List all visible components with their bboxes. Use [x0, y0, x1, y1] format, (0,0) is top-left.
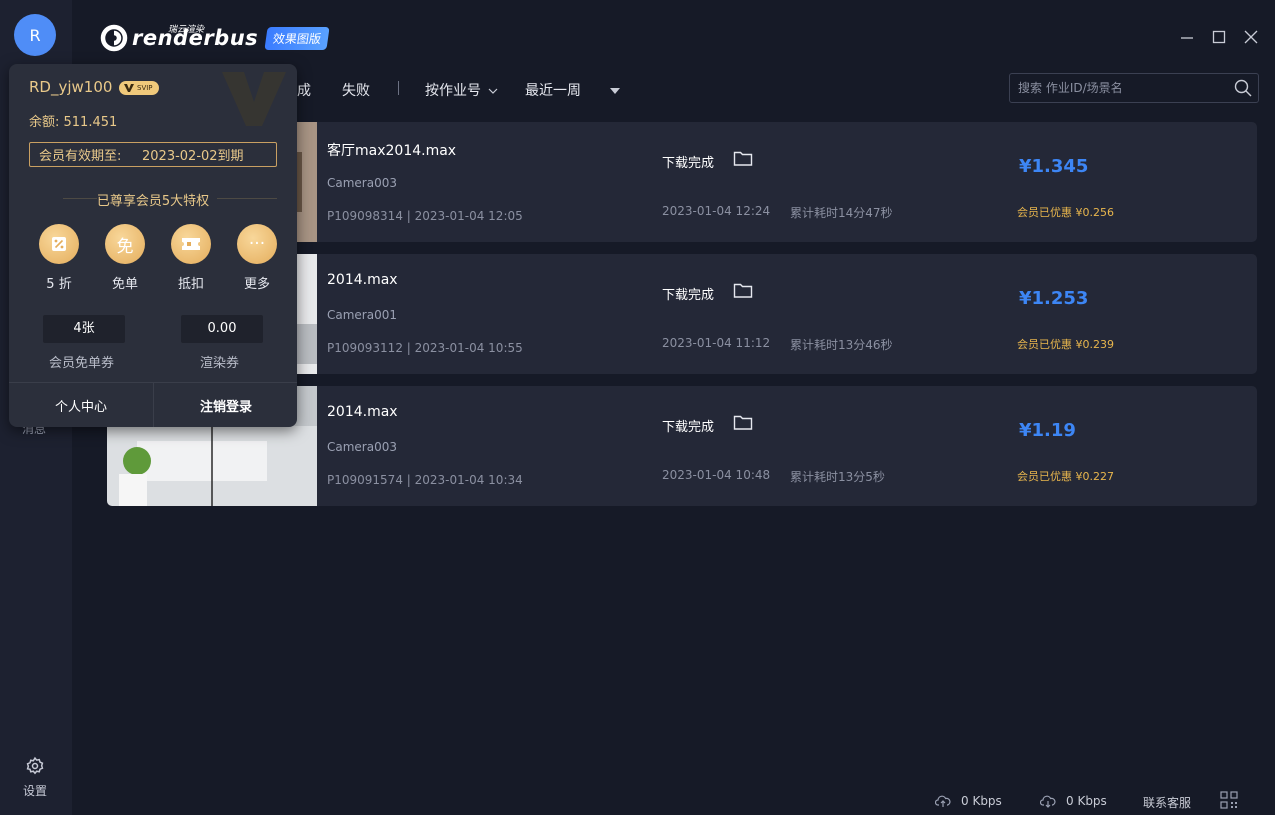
free-coupon-count: 4张 — [43, 315, 125, 343]
job-end-time: 2023-01-04 11:12 — [662, 336, 771, 350]
qr-code-button[interactable] — [1220, 791, 1248, 809]
job-status: 下载完成 — [662, 288, 715, 303]
job-end-time: 2023-01-04 12:24 — [662, 204, 771, 218]
maximize-button[interactable] — [1212, 30, 1226, 48]
download-speed-value: 0 Kbps — [1066, 794, 1107, 808]
sort-by-job-dropdown[interactable]: 按作业号 — [425, 80, 498, 100]
caret-down-icon — [610, 88, 621, 94]
balance: 余额: 511.451 — [29, 115, 118, 130]
job-meta: P109098314 | 2023-01-04 12:05 — [327, 209, 523, 223]
perk-label: 5 折 — [46, 277, 72, 292]
app-logo: 瑞云渲染 renderbus 效果图版 — [100, 24, 330, 52]
qr-code-icon — [1220, 791, 1238, 809]
job-duration: 累计耗时13分5秒 — [790, 470, 885, 484]
job-end-time: 2023-01-04 10:48 — [662, 468, 771, 482]
job-status: 下载完成 — [662, 420, 715, 435]
download-speed: 0 Kbps — [1040, 794, 1107, 808]
folder-icon[interactable] — [733, 282, 753, 299]
job-camera: Camera003 — [327, 176, 397, 190]
close-icon — [1244, 30, 1258, 44]
job-title: 2014.max — [327, 272, 398, 288]
job-discount: 会员已优惠 ¥0.227 — [1017, 470, 1114, 483]
sort-by-job-label: 按作业号 — [425, 83, 481, 99]
perk-label: 抵扣 — [177, 277, 204, 292]
date-range-label: 最近一周 — [525, 83, 581, 99]
free-icon: 免 — [105, 224, 145, 264]
job-price: ¥1.345 — [1019, 156, 1089, 177]
job-camera: Camera001 — [327, 308, 397, 322]
coupon-icon — [171, 224, 211, 264]
validity-label: 会员有效期至: — [39, 149, 122, 164]
svip-badge: SVIP — [119, 81, 159, 95]
search-input[interactable] — [1018, 74, 1228, 102]
job-discount: 会员已优惠 ¥0.256 — [1017, 206, 1114, 219]
folder-icon[interactable] — [733, 414, 753, 431]
logo-small-text: 瑞云渲染 — [168, 25, 205, 35]
free-coupon-label: 会员免单券 — [49, 356, 115, 371]
validity-value: 2023-02-02到期 — [134, 143, 244, 166]
percent-icon — [39, 224, 79, 264]
filter-divider — [398, 81, 399, 95]
avatar[interactable]: R — [14, 14, 56, 56]
render-coupon-value: 0.00 — [181, 315, 263, 343]
popover-footer: 个人中心 注销登录 — [9, 382, 297, 427]
render-coupon-label: 渲染券 — [200, 356, 240, 371]
more-icon: ··· — [237, 224, 277, 264]
minimize-button[interactable] — [1180, 30, 1194, 48]
minimize-icon — [1181, 37, 1193, 39]
folder-icon[interactable] — [733, 150, 753, 167]
job-duration: 累计耗时13分46秒 — [790, 338, 893, 352]
settings-button[interactable]: 设置 — [14, 756, 56, 799]
logout-button[interactable]: 注销登录 — [154, 383, 297, 427]
vip-watermark-icon — [222, 72, 286, 126]
privileges-title: 已尊享会员5大特权 — [96, 194, 210, 209]
vip-v-icon — [124, 84, 134, 92]
cloud-download-icon — [1040, 795, 1056, 808]
job-meta: P109091574 | 2023-01-04 10:34 — [327, 473, 523, 487]
tab-failed[interactable]: 失败 — [342, 80, 370, 100]
svip-label: SVIP — [137, 84, 153, 92]
user-popover: RD_yjw100 SVIP 余额: 511.451 会员有效期至: 2023-… — [9, 64, 297, 427]
job-title: 2014.max — [327, 404, 398, 420]
renderbus-logo-icon — [100, 24, 128, 52]
upload-speed-value: 0 Kbps — [961, 794, 1002, 808]
perk-label: 免单 — [111, 277, 138, 292]
job-price: ¥1.19 — [1019, 420, 1076, 441]
membership-validity: 会员有效期至: 2023-02-02到期 — [29, 142, 277, 167]
perk-free[interactable]: 免 免单 — [105, 224, 145, 292]
perk-discount[interactable]: 5 折 — [39, 224, 79, 292]
perk-more[interactable]: ··· 更多 — [237, 224, 277, 292]
upload-speed: 0 Kbps — [935, 794, 1002, 808]
contact-support-link[interactable]: 联系客服 — [1143, 794, 1191, 811]
personal-center-button[interactable]: 个人中心 — [9, 383, 153, 427]
job-title: 客厅max2014.max — [327, 143, 457, 159]
close-button[interactable] — [1244, 30, 1258, 48]
job-meta: P109093112 | 2023-01-04 10:55 — [327, 341, 523, 355]
perk-label: 更多 — [243, 277, 270, 292]
date-range-dropdown[interactable]: 最近一周 — [525, 80, 621, 100]
job-discount: 会员已优惠 ¥0.239 — [1017, 338, 1114, 351]
logo-badge: 效果图版 — [264, 26, 330, 50]
job-price: ¥1.253 — [1019, 288, 1089, 309]
job-status: 下载完成 — [662, 156, 715, 171]
maximize-icon — [1212, 30, 1226, 44]
cloud-upload-icon — [935, 795, 951, 807]
search-box[interactable] — [1009, 73, 1259, 103]
gear-icon — [26, 756, 44, 775]
search-icon[interactable] — [1234, 79, 1252, 97]
chevron-down-icon — [489, 88, 498, 94]
settings-label: 设置 — [22, 784, 47, 798]
perk-deduct[interactable]: 抵扣 — [171, 224, 211, 292]
username: RD_yjw100 — [29, 78, 113, 96]
tab-done[interactable]: 成 — [297, 80, 311, 100]
job-duration: 累计耗时14分47秒 — [790, 206, 893, 220]
job-camera: Camera003 — [327, 440, 397, 454]
